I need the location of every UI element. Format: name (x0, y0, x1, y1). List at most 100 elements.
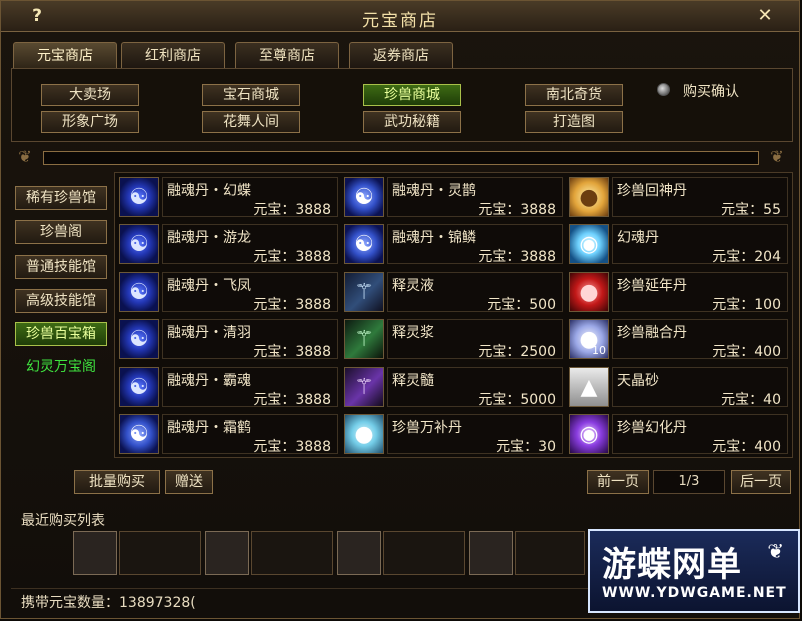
item-name: 天晶砂 (617, 373, 659, 389)
item-cell[interactable]: ☯ 融魂丹・游龙 元宝：3888 (117, 222, 338, 266)
swirl-orb-icon: ☯ (344, 177, 384, 217)
swirl-orb-icon: ☯ (344, 224, 384, 264)
category-pet-treasure-box[interactable]: 珍兽百宝箱 (15, 322, 107, 346)
gift-button[interactable]: 赠送 (165, 470, 213, 494)
item-info: 融魂丹・锦鳞 元宝：3888 (387, 224, 563, 265)
item-price: 元宝：3888 (253, 202, 331, 218)
category-rare-pets[interactable]: 稀有珍兽馆 (15, 186, 107, 210)
category-advanced-skills[interactable]: 高级技能馆 (15, 289, 107, 313)
item-info: 珍兽万补丹 元宝：30 (387, 414, 563, 455)
item-info: 珍兽幻化丹 元宝：400 (612, 414, 788, 455)
item-price: 元宝：500 (487, 297, 556, 313)
item-cell[interactable]: ☯ 融魂丹・锦鳞 元宝：3888 (342, 222, 563, 266)
recent-slot-info (251, 531, 333, 575)
item-cell[interactable]: ● 珍兽延年丹 元宝：100 (567, 270, 788, 314)
item-price: 元宝：3888 (253, 392, 331, 408)
buy-confirm-label: 购买确认 (683, 84, 739, 100)
item-price: 元宝：3888 (253, 297, 331, 313)
category-normal-skills[interactable]: 普通技能馆 (15, 255, 107, 279)
item-cell[interactable]: ☯ 融魂丹・飞凤 元宝：3888 (117, 270, 338, 314)
tab-yuanbao-shop[interactable]: 元宝商店 (13, 42, 117, 68)
category-phantom-treasury[interactable]: 幻灵万宝阁 (15, 356, 107, 380)
item-price: 元宝：400 (712, 344, 781, 360)
item-price: 元宝：30 (496, 439, 556, 455)
prev-page-button[interactable]: 前一页 (587, 470, 649, 494)
item-cell[interactable]: ⚚ 释灵髓 元宝：5000 (342, 365, 563, 409)
window-title: 元宝商店 (362, 11, 438, 31)
title-bar: ? 元宝商店 ✕ (1, 1, 799, 32)
recent-slot-info (515, 531, 585, 575)
item-info: 幻魂丹 元宝：204 (612, 224, 788, 265)
ornament-divider: ❦ ❦ (11, 147, 791, 169)
item-price: 元宝：400 (712, 439, 781, 455)
recent-slot-icon[interactable] (469, 531, 513, 575)
shop-button-mall[interactable]: 大卖场 (41, 84, 139, 106)
item-price: 元宝：3888 (253, 344, 331, 360)
item-info: 融魂丹・灵鹊 元宝：3888 (387, 177, 563, 218)
shop-button-goods[interactable]: 南北奇货 (525, 84, 623, 106)
carried-yuanbao: 携带元宝数量：13897328( (21, 595, 196, 611)
item-name: 珍兽回神丹 (617, 183, 687, 199)
shop-button-gem[interactable]: 宝石商城 (202, 84, 300, 106)
recent-slot-icon[interactable] (73, 531, 117, 575)
item-cell[interactable]: ● 10 珍兽融合丹 元宝：400 (567, 317, 788, 361)
item-cell[interactable]: ⚚ 释灵液 元宝：500 (342, 270, 563, 314)
item-cell[interactable]: ☯ 融魂丹・灵鹊 元宝：3888 (342, 175, 563, 219)
recent-slot-icon[interactable] (337, 531, 381, 575)
recent-slot-info (383, 531, 465, 575)
item-info: 释灵浆 元宝：2500 (387, 319, 563, 360)
item-price: 元宝：2500 (478, 344, 556, 360)
item-cell[interactable]: ● 珍兽万补丹 元宝：30 (342, 412, 563, 456)
item-name: 珍兽万补丹 (392, 420, 462, 436)
tab-supreme-shop[interactable]: 至尊商店 (235, 42, 339, 68)
item-cell[interactable]: ☯ 融魂丹・霸魂 元宝：3888 (117, 365, 338, 409)
buy-confirm-radio[interactable] (657, 83, 670, 96)
item-cell[interactable]: ⚚ 释灵浆 元宝：2500 (342, 317, 563, 361)
item-name: 幻魂丹 (617, 230, 659, 246)
next-page-button[interactable]: 后一页 (731, 470, 791, 494)
blue-balls-icon: ● (344, 414, 384, 454)
wand-icon: ⚚ (344, 272, 384, 312)
tab-bonus-shop[interactable]: 红利商店 (121, 42, 225, 68)
shop-button-crafting[interactable]: 打造图 (525, 111, 623, 133)
item-cell[interactable]: ◉ 幻魂丹 元宝：204 (567, 222, 788, 266)
item-cell[interactable]: ▲ 天晶砂 元宝：40 (567, 365, 788, 409)
item-cell[interactable]: ◉ 珍兽幻化丹 元宝：400 (567, 412, 788, 456)
item-name: 释灵浆 (392, 325, 434, 341)
shop-button-flower[interactable]: 花舞人间 (202, 111, 300, 133)
gold-pills-icon: ● (569, 177, 609, 217)
swirl-orb-icon: ☯ (119, 272, 159, 312)
recent-purchases-title: 最近购买列表 (21, 513, 105, 529)
shop-window: ? 元宝商店 ✕ 元宝商店 红利商店 至尊商店 返券商店 大卖场 宝石商城 珍兽… (0, 0, 800, 619)
item-info: 珍兽延年丹 元宝：100 (612, 272, 788, 313)
item-info: 融魂丹・游龙 元宝：3888 (162, 224, 338, 265)
watermark-url: WWW.YDWGAME.NET (602, 585, 787, 601)
item-name: 珍兽幻化丹 (617, 420, 687, 436)
divider-bar (43, 151, 759, 165)
item-cell[interactable]: ☯ 融魂丹・幻蝶 元宝：3888 (117, 175, 338, 219)
item-price: 元宝：40 (721, 392, 781, 408)
item-name: 珍兽融合丹 (617, 325, 687, 341)
item-info: 融魂丹・幻蝶 元宝：3888 (162, 177, 338, 218)
bulk-buy-button[interactable]: 批量购买 (74, 470, 160, 494)
item-price: 元宝：3888 (253, 439, 331, 455)
tab-coupon-shop[interactable]: 返券商店 (349, 42, 453, 68)
item-cell[interactable]: ☯ 融魂丹・霜鹤 元宝：3888 (117, 412, 338, 456)
item-name: 融魂丹・幻蝶 (167, 183, 251, 199)
item-info: 融魂丹・飞凤 元宝：3888 (162, 272, 338, 313)
item-price: 元宝：3888 (253, 249, 331, 265)
item-cell[interactable]: ● 珍兽回神丹 元宝：55 (567, 175, 788, 219)
shop-button-skills[interactable]: 武功秘籍 (363, 111, 461, 133)
item-info: 释灵液 元宝：500 (387, 272, 563, 313)
item-cell[interactable]: ☯ 融魂丹・清羽 元宝：3888 (117, 317, 338, 361)
item-info: 融魂丹・霸魂 元宝：3888 (162, 367, 338, 408)
stack-count-badge: 10 (592, 344, 606, 357)
shop-button-appearance[interactable]: 形象广场 (41, 111, 139, 133)
purple-wand-icon: ⚚ (344, 367, 384, 407)
category-pet-pavilion[interactable]: 珍兽阁 (15, 220, 107, 244)
shop-button-pet[interactable]: 珍兽商城 (363, 84, 461, 106)
recent-slot-icon[interactable] (205, 531, 249, 575)
close-button[interactable]: ✕ (753, 5, 777, 27)
pearls-icon: ● 10 (569, 319, 609, 359)
purple-orb-icon: ◉ (569, 414, 609, 454)
